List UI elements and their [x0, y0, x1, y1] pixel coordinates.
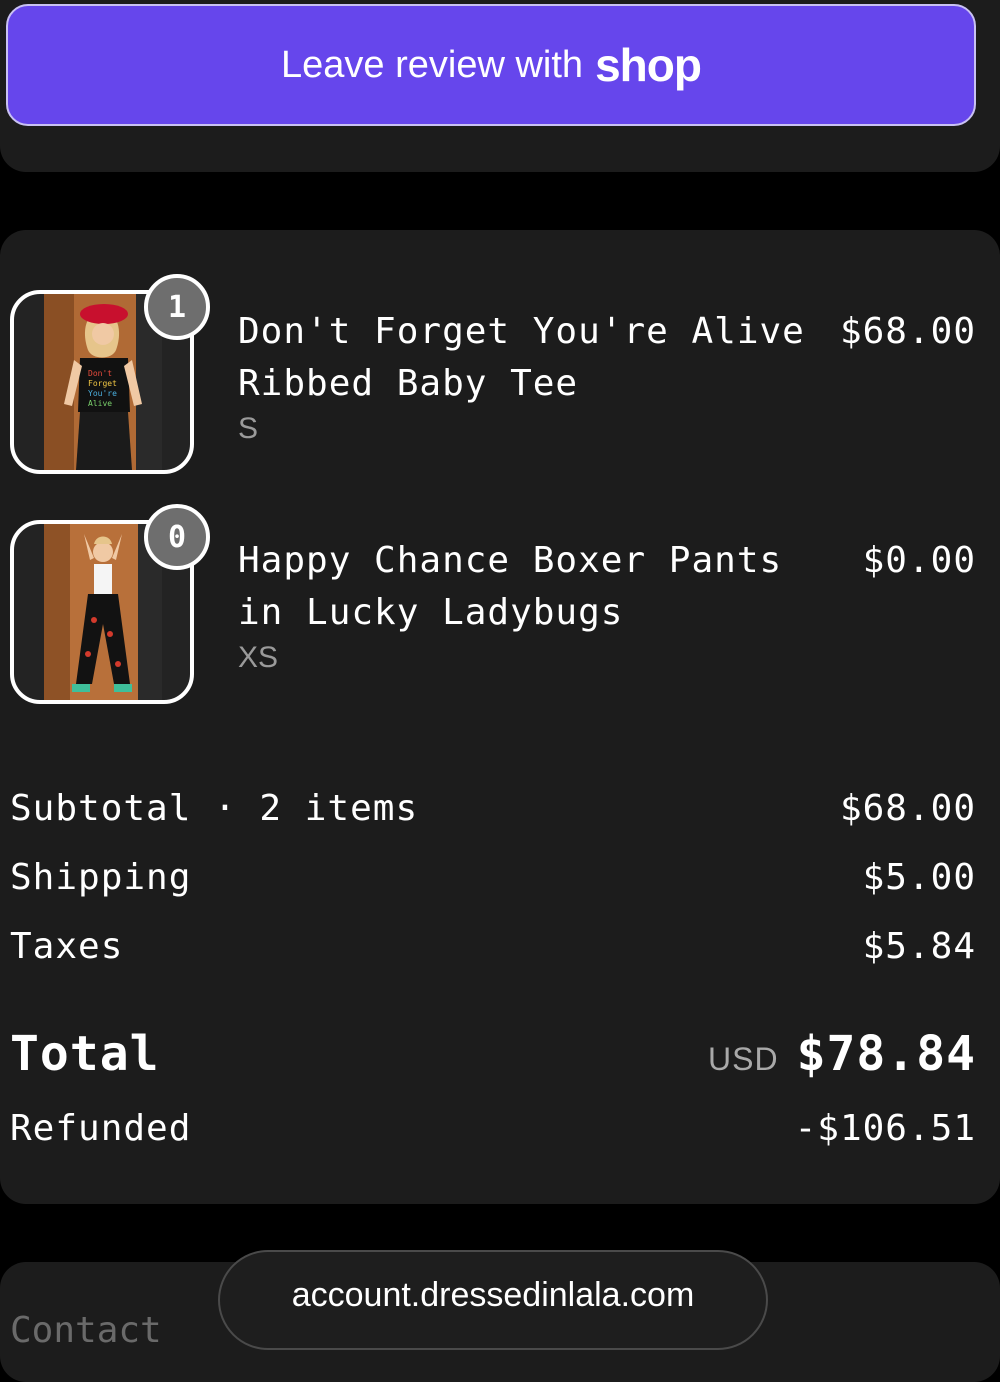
currency-code: USD: [708, 1041, 779, 1077]
product-thumbnail: Don't Forget You're Alive 1: [10, 274, 210, 474]
product-image: Don't Forget You're Alive: [44, 294, 162, 470]
review-card: Leave review with shop: [0, 0, 1000, 172]
total-row: Total USD $78.84: [10, 1026, 976, 1082]
subtotal-row: Subtotal · 2 items $68.00: [10, 788, 976, 829]
taxes-value: $5.84: [862, 926, 976, 967]
item-name: Don't Forget You're Alive Ribbed Baby Te…: [238, 311, 805, 404]
refunded-row: Refunded -$106.51: [10, 1108, 976, 1149]
browser-address-bar[interactable]: account.dressedinlala.com: [218, 1250, 768, 1350]
item-name: Happy Chance Boxer Pants in Lucky Ladybu…: [238, 540, 783, 633]
subtotal-label: Subtotal · 2 items: [10, 788, 419, 829]
item-price: $68.00: [839, 311, 976, 352]
shipping-value: $5.00: [862, 857, 976, 898]
url-text: account.dressedinlala.com: [291, 1276, 695, 1314]
total-value: $78.84: [796, 1026, 976, 1082]
svg-text:Alive: Alive: [88, 399, 112, 408]
svg-text:Don't: Don't: [88, 369, 112, 378]
product-image: [44, 524, 162, 700]
refunded-label: Refunded: [10, 1108, 192, 1149]
shipping-row: Shipping $5.00: [10, 857, 976, 898]
total-label: Total: [10, 1026, 160, 1082]
contact-heading: Contact: [10, 1310, 162, 1351]
taxes-row: Taxes $5.84: [10, 926, 976, 967]
total-amount-group: USD $78.84: [708, 1026, 976, 1082]
taxes-label: Taxes: [10, 926, 124, 967]
svg-text:You're: You're: [88, 389, 117, 398]
order-summary-card: Don't Forget You're Alive 1 Don't Forget…: [0, 230, 1000, 1204]
item-price: $0.00: [862, 540, 976, 581]
svg-text:Forget: Forget: [88, 379, 117, 388]
shipping-label: Shipping: [10, 857, 192, 898]
leave-review-button[interactable]: Leave review with shop: [6, 4, 976, 126]
item-variant: XS: [238, 641, 279, 674]
refunded-value: -$106.51: [794, 1108, 976, 1149]
product-thumbnail: 0: [10, 504, 210, 704]
quantity-badge: 1: [144, 274, 210, 340]
subtotal-value: $68.00: [839, 788, 976, 829]
review-button-label: Leave review with: [281, 43, 584, 86]
item-variant: S: [238, 412, 259, 445]
quantity-badge: 0: [144, 504, 210, 570]
shop-logo: shop: [595, 39, 702, 91]
